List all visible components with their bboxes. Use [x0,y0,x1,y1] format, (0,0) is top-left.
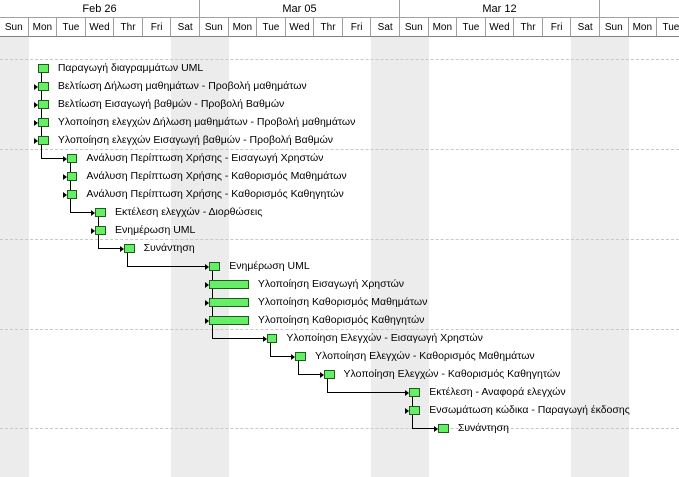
day-header: Tue [257,18,286,37]
task-label: Ανάλυση Περίπτωση Χρήσης - Καθορισμός Κα… [86,188,344,200]
task-label: Ανάλυση Περίπτωση Χρήσης - Εισαγωγή Χρησ… [86,152,324,164]
dependency-line [269,356,292,357]
day-header: Thr [114,18,143,37]
task-bar[interactable] [409,387,421,397]
dependency-line [69,212,92,213]
day-header: Sun [0,18,29,37]
weekend-column [0,37,29,477]
weekend-column [371,37,400,477]
dependency-line [98,248,120,249]
task-bar[interactable] [323,369,335,379]
day-header: Wed [85,18,115,37]
task-bar[interactable] [37,135,49,145]
day-header: Mon [28,18,58,37]
task-bar[interactable] [295,351,306,361]
task-label: Συνάντηση [143,242,195,254]
day-header: Tue [657,18,679,37]
row-separator [0,239,679,240]
day-header: Tue [457,18,486,37]
day-header: Sat [171,18,200,37]
task-bar[interactable] [437,423,449,433]
dependency-line [98,234,100,248]
task-bar[interactable] [37,117,49,127]
task-label: Υλοποίηση ελεγχών Δήλωση μαθημάτων - Προ… [57,116,356,128]
week-header: Feb 26 [0,0,200,18]
task-label: Ενημέρωση UML [229,260,310,272]
dependency-line [212,270,214,320]
task-bar[interactable] [266,333,278,343]
day-header: Fri [142,18,172,37]
dependency-line [326,378,328,392]
task-label: Υλοποίηση Εισαγωγή Χρηστών [257,278,405,290]
day-header: Wed [485,18,515,37]
dependency-line [412,428,434,429]
day-header: Mon [428,18,458,37]
day-header: Sat [571,18,600,37]
dependency-line [126,266,206,267]
task-bar[interactable] [209,297,249,307]
dependency-line [40,144,42,158]
dependency-line [326,392,406,393]
task-bar[interactable] [66,153,78,163]
task-label: Υλοποίηση Ελεγχών - Καθορισμός Καθηγητών [343,368,561,380]
dependency-line [126,252,128,266]
task-bar[interactable] [66,189,78,199]
dependency-line [298,374,320,375]
week-header: Mar 12 [399,0,600,18]
dependency-line [412,414,414,428]
day-header: Mon [228,18,258,37]
day-header: Fri [542,18,572,37]
week-header [599,0,679,18]
day-header: Thr [514,18,543,37]
dependency-line [69,198,71,212]
task-label: Βελτίωση Δήλωση μαθημάτων - Προβολή μαθη… [57,80,307,92]
task-label: Συνάντηση [457,422,509,434]
task-label: Παραγωγή διαγραμμάτων UML [57,62,204,74]
task-label: Ενημέρωση UML [114,224,196,236]
task-bar[interactable] [95,207,106,217]
dependency-line [269,342,271,356]
row-separator [0,329,679,330]
day-header: Sat [371,18,400,37]
task-label: Βελτίωση Εισαγωγή βαθμών - Προβολή Βαθμώ… [57,98,285,110]
day-header: Tue [57,18,86,37]
task-bar[interactable] [37,99,49,109]
gantt-chart: Feb 26 Mar 05 Mar 12 Sun Mon Tue Wed Thr Fri Sat S… [0,0,679,477]
task-label: Υλοποίηση ελεγχών Εισαγωγή βαθμών - Προβ… [57,134,334,146]
day-header: Wed [285,18,315,37]
task-bar[interactable] [66,171,78,181]
task-bar[interactable] [209,279,249,289]
dependency-line [212,338,263,339]
task-bar[interactable] [209,315,249,325]
day-header: Thr [314,18,343,37]
dependency-line [40,158,63,159]
task-label: Ενσωμάτωση κώδικα - Παραγωγή έκδοσης [429,404,630,416]
task-label: Υλοποίηση Ελεγχών - Καθορισμός Μαθημάτων [314,350,535,362]
day-header: Mon [628,18,658,37]
task-bar[interactable] [37,81,49,91]
day-header: Sun [599,18,629,37]
day-header: Sun [399,18,429,37]
row-separator [0,59,679,60]
task-label: Εκτέλεση - Αναφορά ελεγχών [429,386,566,398]
row-separator [0,149,679,150]
week-header: Mar 05 [199,0,400,18]
task-label: Υλοποίηση Καθορισμός Μαθημάτων [257,296,428,308]
task-bar[interactable] [409,405,421,415]
day-header: Fri [342,18,372,37]
day-header: Sun [199,18,229,37]
task-bar[interactable] [95,225,106,235]
task-label: Ανάλυση Περίπτωση Χρήσης - Καθορισμός Μα… [86,170,347,182]
task-bar[interactable] [37,63,49,73]
row-separator [0,428,679,429]
dependency-line [298,360,300,374]
task-label: Υλοποίηση Καθορισμός Καθηγητών [257,314,425,326]
task-label: Εκτέλεση ελεγχών - Διορθώσεις [114,206,263,218]
task-label: Υλοποίηση Ελεγχών - Εισαγωγή Χρηστών [286,332,483,344]
dependency-line [212,324,214,338]
task-bar[interactable] [209,261,221,271]
task-bar[interactable] [123,243,135,253]
